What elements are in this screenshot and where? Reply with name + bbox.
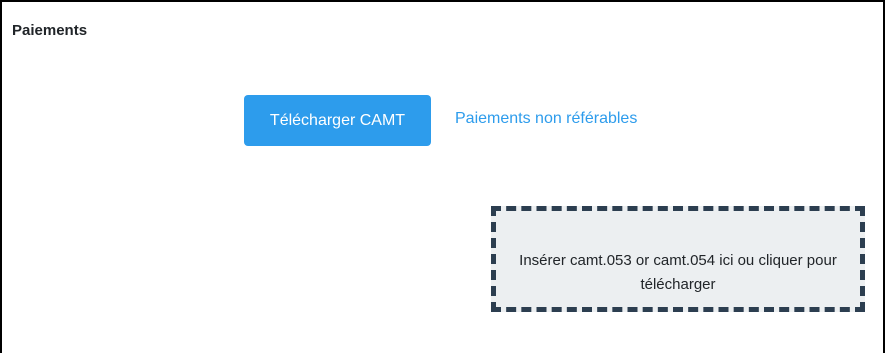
panel-title: Paiements [12,22,88,39]
unreferable-payments-link[interactable]: Paiements non référables [455,110,637,128]
dropzone-instructions: Insérer camt.053 or camt.054 ici ou cliq… [519,252,837,293]
upload-camt-button[interactable]: Télécharger CAMT [244,95,431,146]
camt-file-dropzone[interactable]: Insérer camt.053 or camt.054 ici ou cliq… [491,206,865,312]
payments-panel: Paiements Télécharger CAMT Paiements non… [0,0,885,353]
